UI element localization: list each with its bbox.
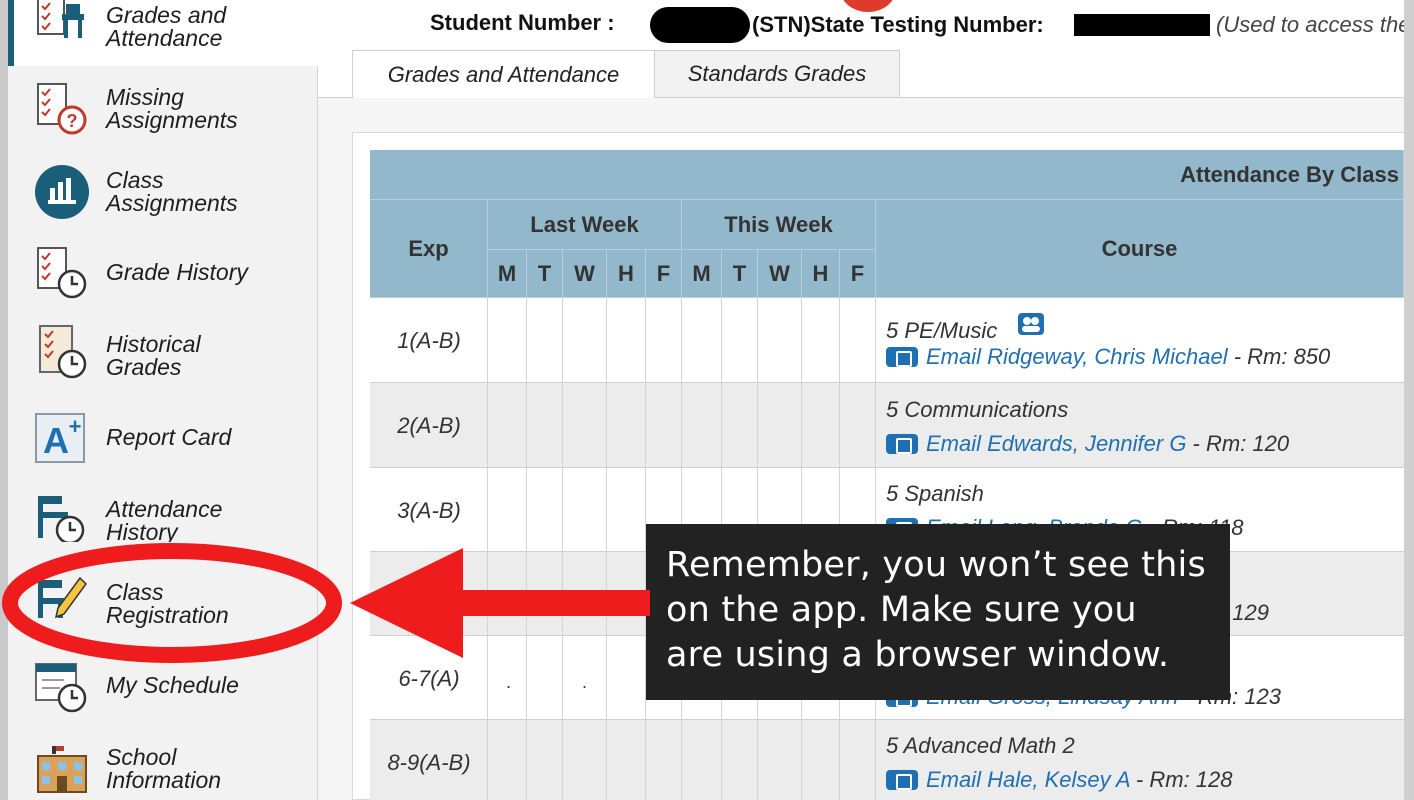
sidebar-item-label: Information	[106, 767, 222, 793]
period-label: 1(A-B)	[397, 328, 461, 353]
table-row: 2(A-B) 5 Communications Email Edwards, J…	[370, 383, 1404, 468]
student-number-label: Student Number :	[430, 10, 615, 35]
tab-grades-and-attendance[interactable]: Grades and Attendance	[352, 50, 655, 98]
sidebar-item-label: Class	[106, 579, 164, 605]
email-icon[interactable]	[886, 347, 918, 367]
sidebar-item-grade-history[interactable]: Grade History	[8, 244, 318, 300]
day-header: F	[646, 250, 682, 298]
email-icon[interactable]	[886, 770, 918, 790]
table-row: 1(A-B) 5 PE/Music Email Ridgeway, Chris …	[370, 298, 1404, 383]
period-label: 8-9(A-B)	[387, 750, 471, 775]
report-card-icon: A +	[35, 413, 85, 463]
active-indicator	[8, 0, 14, 66]
sidebar-item-label: Assignments	[106, 190, 238, 216]
class-roster-icon[interactable]	[1017, 312, 1045, 336]
sidebar-item-my-schedule[interactable]: My Schedule	[8, 656, 318, 716]
frame-left	[0, 0, 8, 800]
sidebar-item-label: School	[106, 744, 177, 770]
sidebar-item-missing-assignments[interactable]: ? Missing Assignments	[8, 78, 318, 144]
sidebar-item-label: Class	[106, 167, 164, 193]
column-header-exp: Exp	[370, 200, 488, 298]
sidebar-item-label: Grade History	[106, 259, 248, 285]
day-header: T	[527, 250, 563, 298]
grade-history-icon	[37, 247, 87, 299]
frame-right	[1404, 0, 1414, 800]
room-label: - Rm: 128	[1129, 767, 1233, 792]
access-note: (Used to access the	[1216, 12, 1404, 37]
teacher-email-link[interactable]: Email Edwards, Jennifer G	[926, 431, 1186, 456]
period-label: 3(A-B)	[397, 498, 461, 523]
svg-text:A: A	[43, 420, 69, 461]
day-header: M	[488, 250, 527, 298]
class-registration-icon	[38, 576, 87, 619]
column-header-course: Course	[876, 200, 1404, 298]
period-label: 2(A-B)	[397, 413, 461, 438]
sidebar-item-label: Attendance	[106, 496, 223, 522]
frame-bottom-left	[0, 742, 8, 800]
sidebar-item-class-registration[interactable]: Class Registration	[8, 574, 318, 640]
period-label: 6-7(A)	[398, 666, 460, 691]
day-header: W	[563, 250, 607, 298]
redacted-stn	[1074, 14, 1210, 36]
day-header: F	[840, 250, 876, 298]
day-header: W	[758, 250, 802, 298]
tab-standards-grades[interactable]: Standards Grades	[655, 50, 900, 98]
teacher-email-link[interactable]: Email Hale, Kelsey A	[926, 767, 1130, 792]
stn-label: (STN)State Testing Number:	[752, 12, 1044, 37]
attendance-mark: .	[506, 672, 512, 692]
redacted-student-number	[650, 7, 750, 43]
day-header: H	[607, 250, 646, 298]
sidebar-item-label: History	[106, 519, 178, 543]
sidebar-item-label: Attendance	[106, 25, 223, 51]
callout-line: are using a browser window.	[666, 635, 1170, 675]
sidebar-item-grades-and-attendance[interactable]: Grades and Attendance	[8, 0, 318, 66]
sidebar: Grades and Attendance ? Missing Assignme…	[8, 0, 318, 800]
class-assignments-icon	[35, 165, 89, 219]
svg-text:+: +	[69, 414, 82, 439]
sidebar-item-label: Registration	[106, 602, 229, 628]
attendance-by-class-header: Attendance By Class	[370, 150, 1404, 200]
missing-assignments-icon: ?	[37, 83, 87, 135]
course-name: 5 Spanish	[886, 481, 984, 506]
decorative-blob	[840, 0, 896, 12]
day-header: H	[802, 250, 840, 298]
column-header-this-week: This Week	[682, 200, 876, 250]
historical-grades-icon	[39, 325, 87, 379]
sidebar-item-label: Grades and	[106, 2, 227, 28]
svg-text:?: ?	[67, 111, 78, 131]
attendance-mark: .	[582, 672, 588, 692]
sidebar-item-report-card[interactable]: A + Report Card	[8, 408, 318, 466]
teacher-email-link[interactable]: Email Ridgeway, Chris Michael	[926, 344, 1228, 369]
attendance-history-icon	[38, 496, 85, 542]
sidebar-item-label: Missing	[106, 84, 184, 110]
sidebar-item-class-assignments[interactable]: Class Assignments	[8, 160, 318, 226]
column-header-last-week: Last Week	[488, 200, 682, 250]
callout-line: on the app. Make sure you	[666, 590, 1137, 630]
email-icon[interactable]	[886, 434, 918, 454]
my-schedule-icon	[35, 663, 87, 713]
sidebar-item-label: My Schedule	[106, 672, 239, 698]
room-label: - Rm: 120	[1186, 431, 1290, 456]
table-row: 8-9(A-B) 5 Advanced Math 2 Email Hale, K…	[370, 720, 1404, 800]
grades-attendance-icon	[37, 0, 84, 38]
day-header: M	[682, 250, 722, 298]
callout-line: Remember, you won’t see this	[666, 545, 1206, 585]
sidebar-item-historical-grades[interactable]: Historical Grades	[8, 322, 318, 388]
room-label: - Rm: 850	[1227, 344, 1331, 369]
sidebar-item-attendance-history[interactable]: Attendance History	[8, 492, 318, 542]
course-name: 5 Communications	[886, 397, 1069, 422]
day-header: T	[722, 250, 758, 298]
course-name: 5 PE/Music	[886, 318, 998, 343]
course-name: 5 Advanced Math 2	[886, 733, 1075, 758]
period-label: 4-5(A)	[398, 582, 460, 607]
sidebar-item-label: Report Card	[106, 424, 232, 450]
sidebar-item-school-information[interactable]: School Information	[8, 738, 318, 800]
sidebar-item-label: Assignments	[106, 107, 238, 133]
sidebar-item-label: Historical	[106, 331, 201, 357]
browser-reminder-callout: Remember, you won’t see this on the app.…	[646, 524, 1230, 700]
school-building-icon	[37, 746, 87, 793]
sidebar-item-label: Grades	[106, 354, 182, 380]
